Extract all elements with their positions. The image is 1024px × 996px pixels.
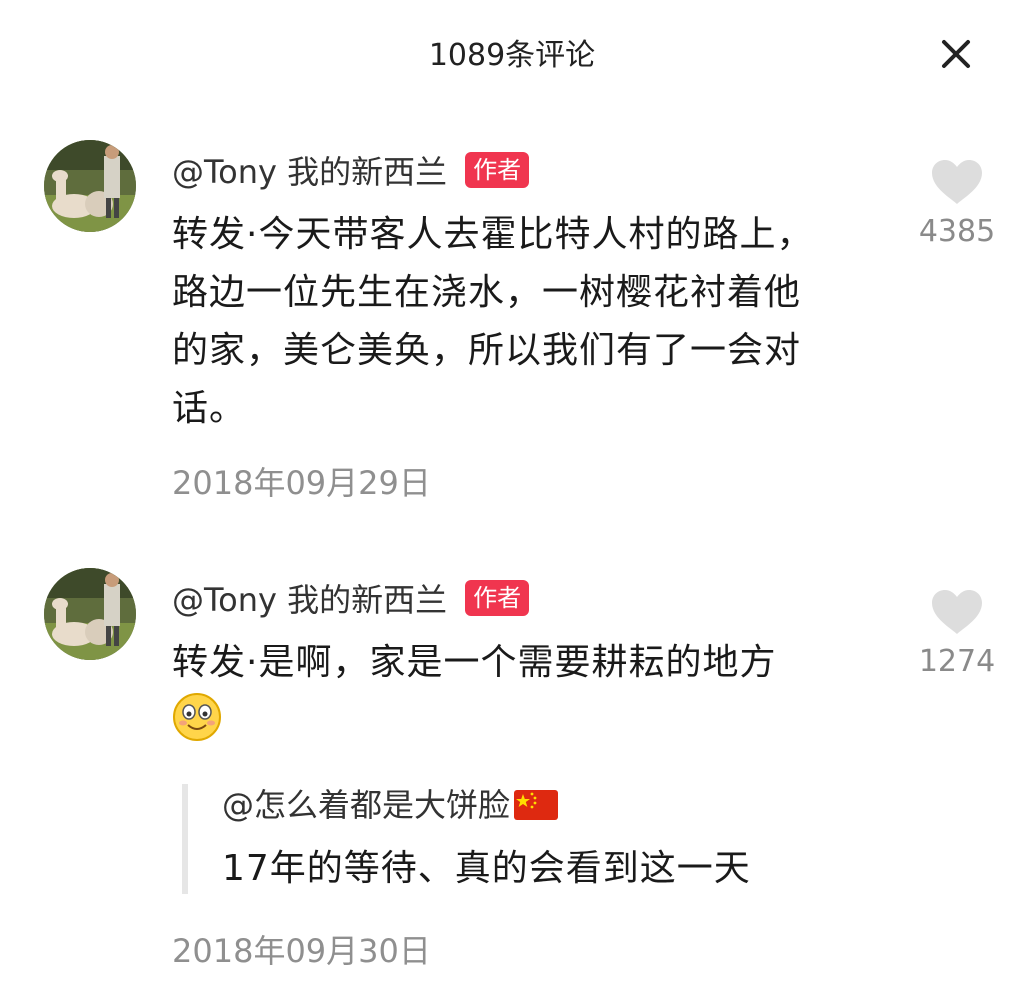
- comment-author-row: @Tony 我的新西兰 作者: [172, 147, 530, 193]
- avatar[interactable]: [44, 568, 136, 660]
- reply-text: 17年的等待、真的会看到这一天: [222, 848, 751, 889]
- like-count: 4385: [918, 214, 996, 249]
- comment-author-row: @Tony 我的新西兰 作者: [172, 575, 530, 621]
- comment-count-title: 1089条评论: [428, 38, 596, 73]
- comment-date: 2018年09月30日: [172, 932, 431, 970]
- comment-text: 转发·是啊，家是一个需要耕耘的地方: [172, 634, 822, 750]
- comment-author-name[interactable]: @Tony 我的新西兰: [172, 147, 447, 193]
- author-badge: 作者: [465, 152, 530, 188]
- like-count: 1274: [918, 644, 996, 679]
- comment-author-name[interactable]: @Tony 我的新西兰: [172, 575, 447, 621]
- reply-author-name[interactable]: @怎么着都是大饼脸: [222, 784, 510, 826]
- reply-quote[interactable]: @怎么着都是大饼脸 17年的等待、真的会看到这一天: [182, 784, 882, 894]
- comments-header: 1089条评论: [0, 0, 1024, 100]
- heart-icon: [932, 590, 982, 634]
- reply-author-row: @怎么着都是大饼脸: [222, 784, 882, 826]
- close-icon: [942, 40, 970, 68]
- like-button[interactable]: 1274: [912, 588, 1002, 679]
- comment-text-content: 转发·是啊，家是一个需要耕耘的地方: [172, 642, 777, 683]
- close-button[interactable]: [930, 28, 982, 80]
- smiley-emoji-icon: [173, 693, 221, 741]
- like-button[interactable]: 4385: [912, 158, 1002, 249]
- comment-date: 2018年09月29日: [172, 464, 431, 502]
- author-badge: 作者: [465, 580, 530, 616]
- heart-icon: [932, 160, 982, 204]
- avatar[interactable]: [44, 140, 136, 232]
- comment-text: 转发·今天带客人去霍比特人村的路上，路边一位先生在浇水，一树樱花衬着他的家，美仑…: [172, 214, 814, 429]
- china-flag-icon: [514, 790, 559, 820]
